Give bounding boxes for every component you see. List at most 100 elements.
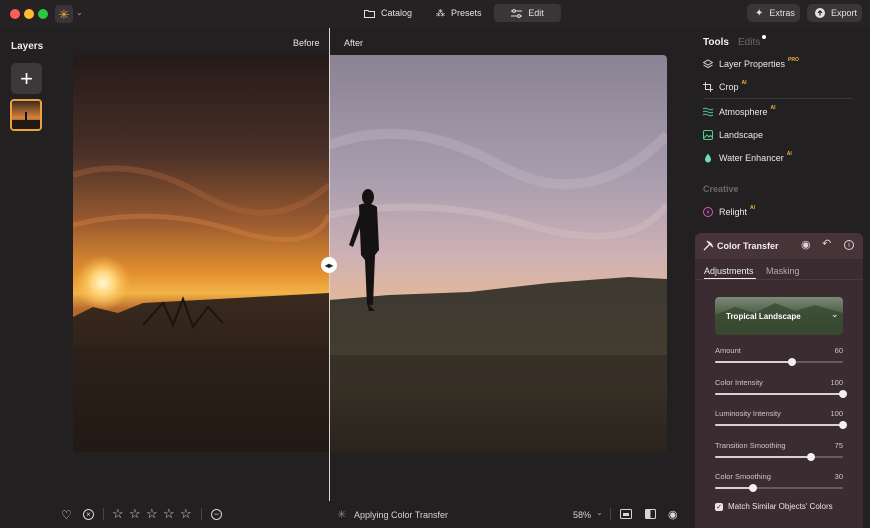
after-image (329, 55, 667, 452)
subtab-masking[interactable]: Masking (766, 266, 800, 276)
slider-track[interactable] (715, 358, 843, 366)
preview-eye-icon[interactable]: ◉ (668, 508, 678, 521)
arrows-horizontal-icon: ◂▸ (324, 260, 334, 270)
ai-badge: AI (770, 105, 776, 111)
folder-icon (364, 9, 375, 18)
section-divider (703, 98, 853, 99)
zoom-level[interactable]: 58% (573, 510, 591, 520)
split-handle[interactable]: ◂▸ (321, 257, 337, 273)
slider-track[interactable] (715, 421, 847, 429)
status-text: Applying Color Transfer (354, 510, 449, 520)
tool-label: Water Enhancer (719, 153, 784, 163)
photo-canvas[interactable] (73, 55, 667, 452)
reject-icon[interactable]: × (83, 509, 94, 520)
zoom-window-button[interactable] (38, 9, 48, 19)
slider-knob[interactable] (839, 389, 847, 398)
tab-edit[interactable]: Edit (494, 4, 561, 22)
layers-icon (703, 59, 713, 69)
preset-selector[interactable]: Tropical Landscape ⌄ (715, 297, 843, 335)
star-3-icon[interactable]: ☆ (146, 506, 158, 522)
tab-tools[interactable]: Tools (703, 37, 729, 48)
slider-label: Color Smoothing (715, 472, 771, 481)
chevron-down-icon[interactable]: ⌄ (76, 8, 83, 17)
slider-value[interactable]: 100 (830, 378, 843, 387)
zoom-chevron-icon[interactable]: ⌄ (596, 508, 603, 517)
sparkle-icon: ✦ (755, 7, 764, 19)
match-objects-checkbox[interactable]: ✓ (715, 503, 723, 511)
spinner-icon: ✳ (337, 509, 347, 521)
color-transfer-header[interactable]: Color Transfer ◉ ↶ i (695, 233, 863, 259)
tab-edit-label: Edit (528, 8, 544, 18)
slider-fill (715, 361, 792, 363)
slider-fill (715, 455, 811, 458)
fit-screen-icon[interactable] (620, 509, 632, 522)
tool-layer-properties[interactable]: Layer Properties PRO (703, 57, 799, 71)
tab-catalog-label: Catalog (381, 8, 413, 18)
label-color-icon[interactable]: − (211, 509, 222, 520)
divider (201, 508, 202, 520)
slider-value[interactable]: 60 (835, 346, 843, 355)
favorite-heart-icon[interactable]: ♡ (61, 508, 72, 522)
color-transfer-title: Color Transfer (717, 241, 779, 251)
minimize-window-button[interactable] (24, 9, 34, 19)
ai-badge: AI (750, 205, 756, 211)
slider-track[interactable] (715, 452, 843, 461)
divider (610, 508, 611, 520)
slider-track[interactable] (715, 389, 847, 398)
relight-icon (703, 207, 713, 217)
title-bar: ✳ ⌄ Catalog ⁂ Presets Edit ✦ Extras Expo… (0, 0, 870, 28)
checkmark-icon: ✓ (716, 504, 722, 511)
export-button[interactable]: Export (807, 4, 862, 22)
tool-landscape[interactable]: Landscape (703, 128, 763, 142)
slider-value[interactable]: 30 (835, 472, 843, 481)
before-label: Before (293, 38, 320, 48)
extras-button[interactable]: ✦ Extras (747, 4, 800, 22)
slider-value[interactable]: 100 (830, 409, 843, 418)
tab-presets-label: Presets (451, 8, 482, 18)
slider-label: Color Intensity (715, 377, 763, 387)
after-label: After (344, 38, 364, 48)
slider-value[interactable]: 75 (835, 441, 843, 450)
info-icon[interactable]: i (844, 240, 854, 250)
before-image (73, 55, 329, 452)
color-transfer-icon (703, 240, 714, 254)
slider-knob[interactable] (787, 358, 796, 366)
tab-edits[interactable]: Edits (738, 37, 760, 48)
tool-crop[interactable]: Crop AI (703, 80, 747, 94)
slider-knob[interactable] (749, 484, 758, 492)
crop-icon (703, 82, 713, 92)
tool-relight[interactable]: Relight AI (703, 205, 755, 219)
slider-label: Amount (715, 346, 741, 355)
close-window-button[interactable] (10, 9, 20, 19)
ai-badge: AI (741, 80, 747, 86)
bottom-toolbar: ♡ × ☆ ☆ ☆ ☆ ☆ − ✳ Applying Color Transfe… (0, 500, 690, 528)
slider-track[interactable] (715, 484, 843, 492)
tool-label: Landscape (719, 130, 764, 140)
atmosphere-icon (703, 107, 713, 117)
match-objects-label: Match Similar Objects' Colors (728, 502, 833, 511)
tool-atmosphere[interactable]: Atmosphere AI (703, 105, 776, 119)
subtab-adjustments[interactable]: Adjustments (704, 266, 754, 276)
app-menu-button[interactable]: ✳ (55, 5, 73, 23)
slider-label: Transition Smoothing (715, 440, 786, 450)
compare-icon[interactable] (645, 509, 656, 522)
layer-thumbnail[interactable] (10, 99, 42, 131)
edits-indicator-dot (762, 35, 766, 39)
tool-label: Relight (719, 207, 748, 217)
tool-water-enhancer[interactable]: Water Enhancer AI (703, 151, 792, 165)
star-2-icon[interactable]: ☆ (129, 506, 141, 522)
star-5-icon[interactable]: ☆ (180, 506, 192, 522)
tab-catalog[interactable]: Catalog (356, 4, 420, 22)
slider-knob[interactable] (807, 452, 815, 461)
add-layer-button[interactable]: + (11, 63, 42, 94)
reset-undo-icon[interactable]: ↶ (822, 239, 831, 250)
visibility-eye-icon[interactable]: ◉ (801, 240, 811, 251)
tool-label: Atmosphere (719, 107, 768, 117)
tool-label: Crop (719, 82, 739, 92)
star-1-icon[interactable]: ☆ (112, 506, 124, 522)
slider-knob[interactable] (839, 421, 847, 429)
extras-label: Extras (769, 8, 795, 18)
sliders-icon (511, 8, 523, 18)
tab-presets[interactable]: ⁂ Presets (428, 4, 490, 22)
star-4-icon[interactable]: ☆ (163, 506, 175, 522)
